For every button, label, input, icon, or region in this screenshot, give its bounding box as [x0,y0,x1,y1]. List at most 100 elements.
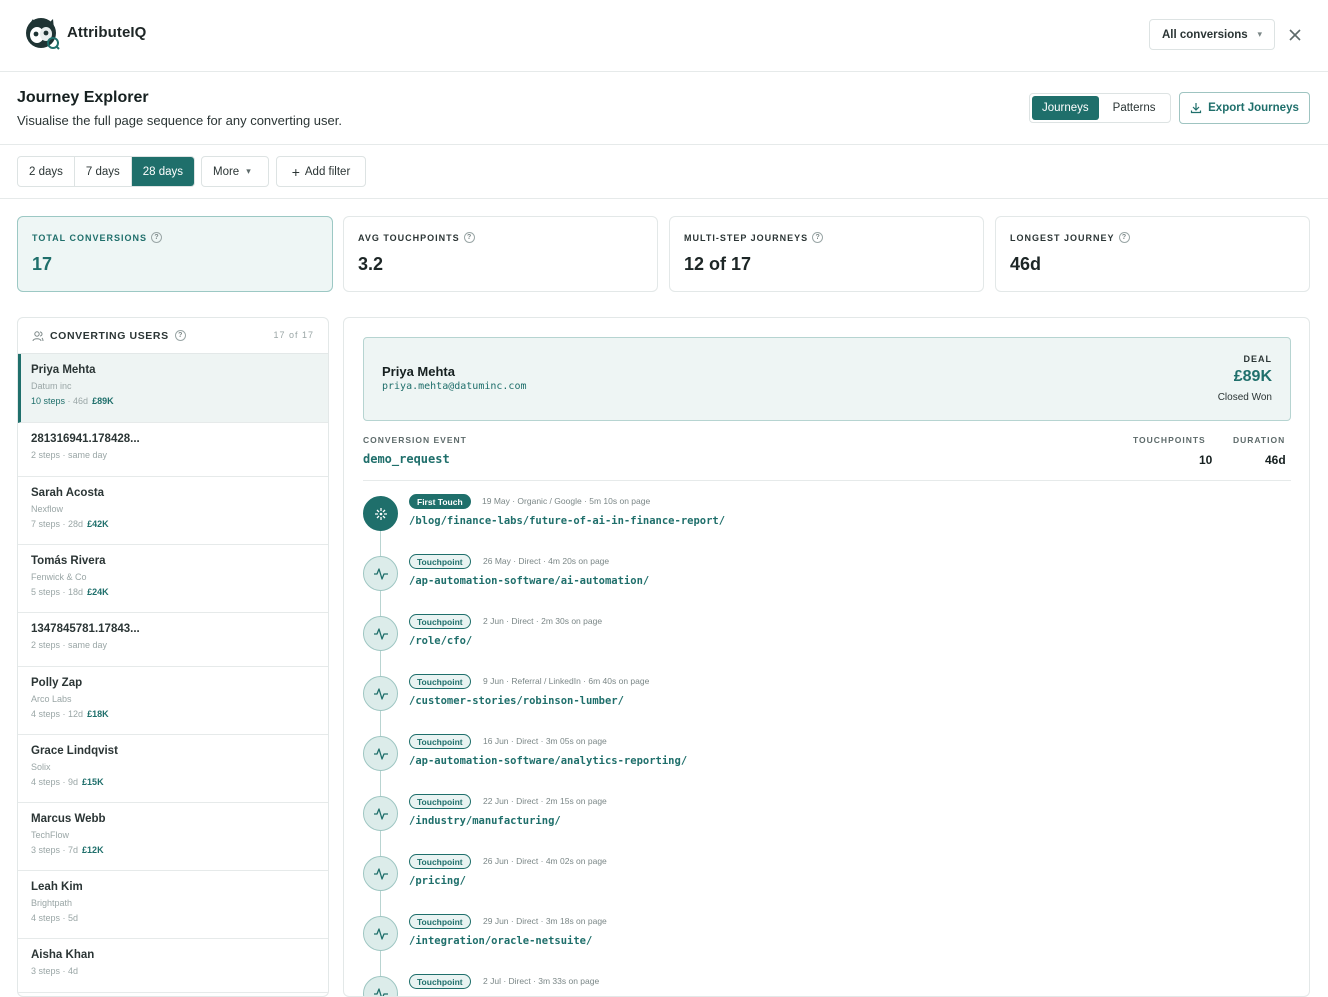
step-page-path[interactable]: /customer-stories/robinson-lumber/ [409,695,624,707]
user-list-item[interactable]: Aisha Khan 3 steps · 4d [18,939,328,993]
timeline-step[interactable]: Touchpoint 2 Jun · Direct · 2m 30s on pag… [363,614,1283,670]
touchpoints-value: 10 [1199,453,1213,467]
detail-user-email: priya.mehta@datuminc.com [382,381,527,392]
user-meta: 4 steps · 12d £18K [31,709,316,719]
conversion-select[interactable]: All conversions ▾ [1149,19,1275,50]
user-name: Grace Lindqvist [31,745,118,757]
chevron-down-icon: ▾ [246,166,251,176]
more-dropdown[interactable]: More ▾ [201,156,269,187]
step-page-path[interactable]: /pricing/ [409,875,466,887]
user-list-item[interactable]: Grace Lindqvist Solix 4 steps · 9d £15K [18,735,328,803]
kpi-label: MULTI-STEP JOURNEYS [684,232,809,243]
user-list-item[interactable]: Leah Kim Brightpath 4 steps · 5d [18,871,328,939]
step-page-path[interactable]: /integration/oracle-netsuite/ [409,935,592,947]
step-page-path[interactable]: /blog/finance-labs/future-of-ai-in-finan… [409,515,725,527]
page-title: Journey Explorer [17,89,149,106]
user-list-item[interactable]: Sarah Acosta Nexflow 7 steps · 28d £42K [18,477,328,545]
user-company: Datum inc [31,381,72,391]
user-steps: 4 steps [31,777,61,787]
export-journeys-label: Export Journeys [1208,102,1299,114]
tab-journeys[interactable]: Journeys [1032,96,1099,120]
step-meta: 26 May · Direct · 4m 20s on page [483,556,610,566]
user-deal-value: £42K [87,519,109,529]
export-journeys-button[interactable]: Export Journeys [1179,92,1310,124]
range-7-days[interactable]: 7 days [75,157,132,186]
user-name: Tomás Rivera [31,555,106,567]
timeline-step[interactable]: Touchpoint 26 May · Direct · 4m 20s on pa… [363,554,1283,610]
user-meta: 10 steps · 46d £89K [31,396,316,406]
user-list-item[interactable]: 281316941.178428... 2 steps · same day [18,423,328,477]
divider [363,480,1291,481]
kpi-value: 46d [1010,254,1042,274]
activity-icon [363,736,398,771]
step-page-path[interactable]: /role/cfo/ [409,635,472,647]
step-page-path[interactable]: /ap-automation-software/ai-automation/ [409,575,649,587]
step-page-path[interactable]: /ap-automation-software/analytics-report… [409,755,687,767]
step-badge: Touchpoint [409,914,471,929]
conversion-event-label: CONVERSION EVENT [363,435,467,445]
activity-icon [363,676,398,711]
range-2-days[interactable]: 2 days [18,157,75,186]
step-page-path[interactable]: /industry/manufacturing/ [409,815,561,827]
first-touch-icon [363,496,398,531]
page-header: Journey Explorer Visualise the full page… [0,72,1328,145]
deal-card: Priya Mehta priya.mehta@datuminc.com DEA… [363,337,1291,421]
user-duration: 5d [68,913,79,923]
top-bar: AttributeIQ All conversions ▾ [0,0,1328,72]
tab-patterns[interactable]: Patterns [1103,96,1166,120]
timeline-step[interactable]: Touchpoint 16 Jun · Direct · 3m 05s on pa… [363,734,1283,790]
user-list-item[interactable]: Tomás Rivera Fenwick & Co 5 steps · 18d £24… [18,545,328,613]
range-28-days[interactable]: 28 days [131,157,195,186]
timeline-step[interactable]: Touchpoint 26 Jun · Direct · 4m 02s on pa… [363,854,1283,910]
user-name: Priya Mehta [31,364,96,376]
user-meta: 4 steps · 9d £15K [31,777,316,787]
user-list-item[interactable]: Polly Zap Arco Labs 4 steps · 12d £18K [18,667,328,735]
close-icon[interactable] [1284,24,1306,46]
user-meta: 2 steps · same day [31,450,316,460]
kpi-value: 12 of 17 [684,254,752,274]
kpi-multi-step-journeys[interactable]: MULTI-STEP JOURNEYS? 12 of 17 [669,216,984,292]
user-steps: 10 steps [31,396,66,406]
user-meta: 4 steps · 5d [31,913,316,923]
timeline-step[interactable]: First Touch 19 May · Organic / Google · 5… [363,494,1283,550]
view-toggle: Journeys Patterns [1029,93,1171,123]
user-list-item[interactable]: 1347845781.17843... 2 steps · same day [18,613,328,667]
separator-dot: · [60,913,69,923]
timeline-step[interactable]: Touchpoint 2 Jul · Direct · 3m 33s on pag… [363,974,1283,996]
timeline-step[interactable]: Touchpoint 22 Jun · Direct · 2m 15s on pa… [363,794,1283,850]
plus-icon: + [291,163,300,180]
user-name: Polly Zap [31,677,83,689]
user-duration: 46d [73,396,89,406]
converting-users-title: CONVERTING USERS [50,329,169,342]
add-filter-button[interactable]: + Add filter [276,156,366,187]
kpi-avg-touchpoints[interactable]: AVG TOUCHPOINTS? 3.2 [343,216,658,292]
user-list-item[interactable]: Priya Mehta Datum inc 10 steps · 46d £89K [18,354,328,423]
kpi-total-conversions[interactable]: TOTAL CONVERSIONS? 17 [17,216,333,292]
user-company: TechFlow [31,830,70,840]
step-meta: 22 Jun · Direct · 2m 15s on page [483,796,607,806]
separator-dot: · [65,396,74,406]
user-steps: 2 steps [31,640,61,650]
duration-label: DURATION [1233,435,1286,445]
timeline-step[interactable]: Touchpoint 29 Jun · Direct · 3m 18s on pa… [363,914,1283,970]
timeline-step[interactable]: Touchpoint 9 Jun · Referral / LinkedIn · … [363,674,1283,730]
separator-dot: · [60,640,69,650]
user-meta: 2 steps · same day [31,640,316,650]
user-deal-value: £18K [87,709,109,719]
help-icon: ? [812,232,824,243]
step-badge: Touchpoint [409,854,471,869]
deal-status: Closed Won [1217,392,1272,403]
step-badge: Touchpoint [409,674,471,689]
step-meta: 2 Jun · Direct · 2m 30s on page [483,616,603,626]
help-icon: ? [463,232,475,243]
user-deal-value: £89K [92,396,114,406]
deal-label: DEAL [1243,354,1272,364]
user-list-item[interactable]: Marcus Webb TechFlow 3 steps · 7d £12K [18,803,328,871]
step-meta: 9 Jun · Referral / LinkedIn · 6m 40s on … [483,676,650,686]
user-steps: 2 steps [31,450,61,460]
kpi-longest-journey[interactable]: LONGEST JOURNEY? 46d [995,216,1310,292]
user-meta: 5 steps · 18d £24K [31,587,316,597]
step-meta: 16 Jun · Direct · 3m 05s on page [483,736,607,746]
user-steps: 4 steps [31,709,61,719]
converting-users-header: CONVERTING USERS ? 17 of 17 [18,318,328,354]
